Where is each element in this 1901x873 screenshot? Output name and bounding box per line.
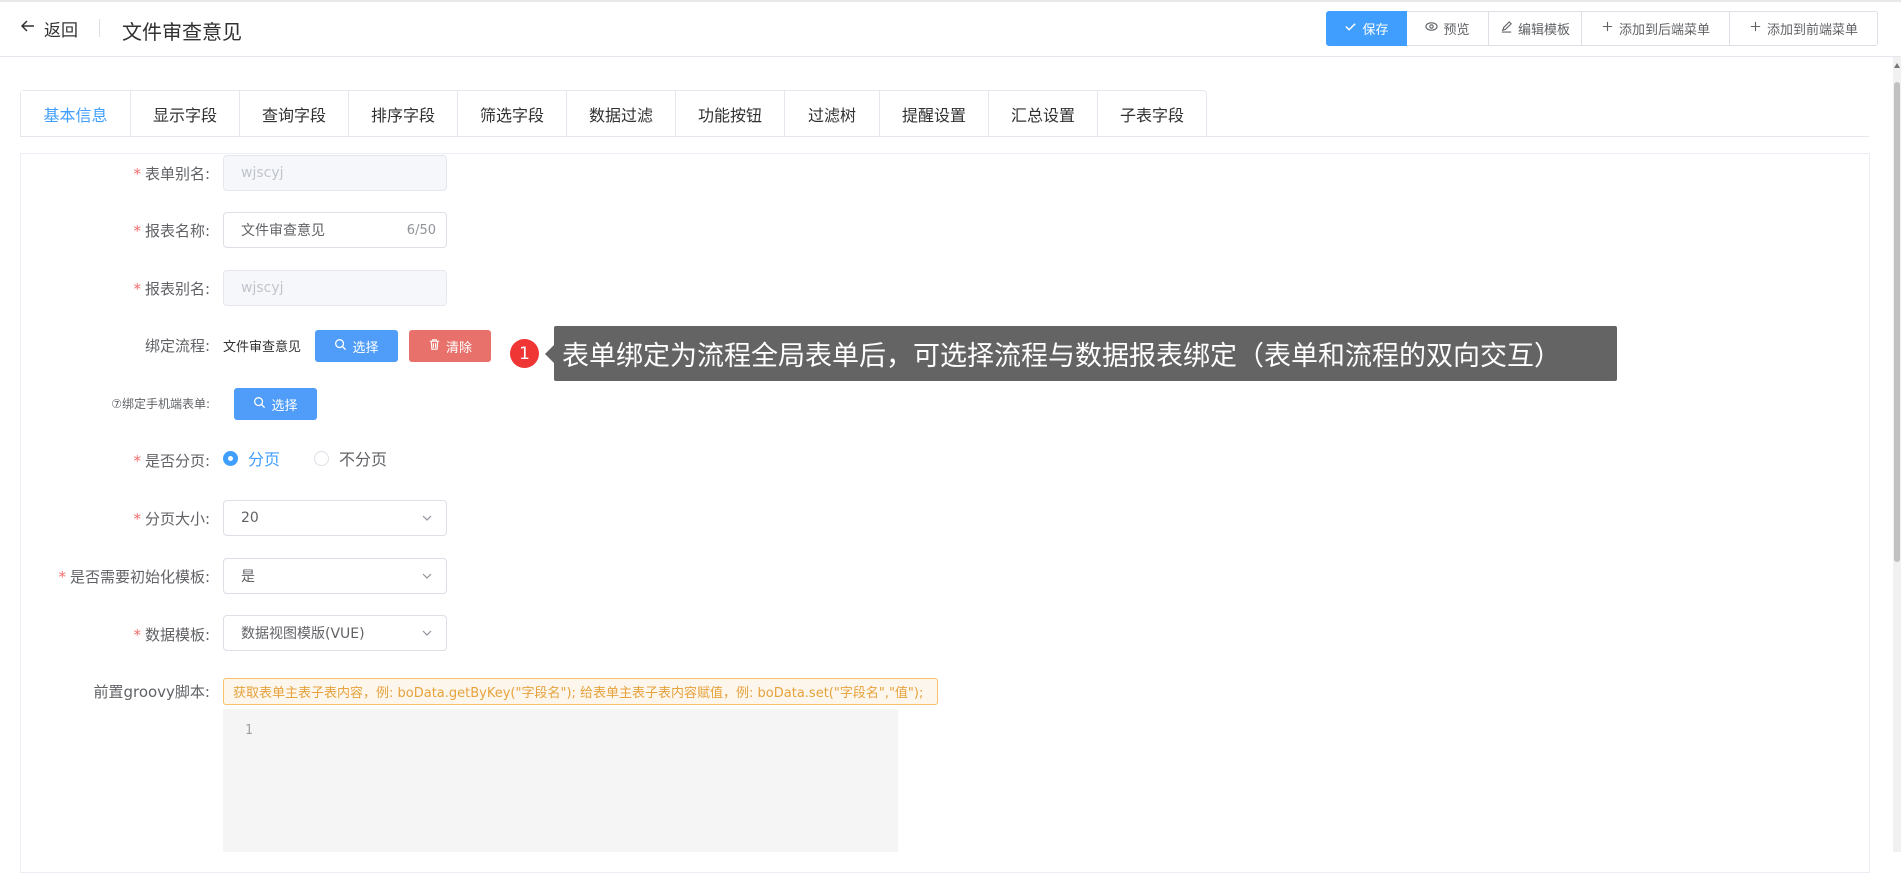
- form-alias-label: * 表单别名:: [133, 165, 210, 183]
- select-flow-button[interactable]: 选择: [315, 330, 398, 362]
- groovy-hint-alert: 获取表单主表子表内容，例: boData.getByKey("字段名"); 给表…: [223, 678, 938, 705]
- tab-filter-fields[interactable]: 筛选字段: [457, 91, 566, 137]
- back-label: 返回: [44, 20, 78, 41]
- tab-filter-tree[interactable]: 过滤树: [784, 91, 879, 137]
- add-frontend-menu-label: 添加到前端菜单: [1766, 23, 1858, 38]
- chevron-down-icon: [422, 573, 432, 579]
- page-size-value: 20: [241, 510, 259, 526]
- page-scrollbar[interactable]: [1893, 57, 1901, 852]
- page-size-label: * 分页大小:: [133, 510, 210, 528]
- plus-icon: [1601, 20, 1614, 37]
- init-template-label: * 是否需要初始化模板:: [58, 568, 210, 586]
- select-mobile-form-label: 选择: [271, 398, 298, 414]
- data-template-label: * 数据模板:: [133, 626, 210, 644]
- report-alias-label: * 报表别名:: [133, 280, 210, 298]
- tab-summary-settings[interactable]: 汇总设置: [988, 91, 1097, 137]
- eye-icon: [1425, 20, 1439, 37]
- plus-icon: [1749, 20, 1762, 37]
- search-icon: [253, 396, 266, 413]
- bound-flow-value: 文件审查意见: [223, 340, 302, 355]
- report-alias-input[interactable]: wjscyj: [223, 270, 447, 306]
- top-bar: 返回 文件审查意见 保存 预览 编辑模板 添加到后端菜单 添加到前端菜单: [0, 0, 1901, 57]
- tab-sort-fields[interactable]: 排序字段: [348, 91, 457, 137]
- add-frontend-menu-button[interactable]: 添加到前端菜单: [1730, 11, 1878, 46]
- add-backend-menu-label: 添加到后端菜单: [1618, 23, 1710, 38]
- form-alias-input[interactable]: wjscyj: [223, 155, 447, 191]
- edit-template-button[interactable]: 编辑模板: [1489, 11, 1582, 46]
- tab-display-fields[interactable]: 显示字段: [130, 91, 239, 137]
- radio-paging-off[interactable]: 不分页: [314, 446, 387, 470]
- groovy-script-label: 前置groovy脚本:: [93, 683, 210, 701]
- report-name-value: 文件审查意见: [241, 223, 325, 239]
- toolbar-button-group: 保存 预览 编辑模板 添加到后端菜单 添加到前端菜单: [1326, 11, 1878, 46]
- chevron-down-icon: [422, 515, 432, 521]
- radio-paging-off-label: 不分页: [339, 450, 388, 469]
- data-template-select[interactable]: 数据视图模版(VUE): [223, 615, 447, 651]
- bind-flow-label: 绑定流程:: [144, 337, 210, 355]
- top-border: [0, 0, 1901, 2]
- preview-button[interactable]: 预览: [1407, 11, 1489, 46]
- report-name-counter: 6/50: [406, 222, 436, 238]
- scroll-up-arrow-icon[interactable]: [1894, 63, 1900, 68]
- back-button[interactable]: 返回: [20, 16, 78, 41]
- chevron-down-icon: [422, 630, 432, 636]
- arrow-left-icon: [20, 18, 36, 39]
- paging-label: * 是否分页:: [133, 452, 210, 470]
- check-icon: [1344, 20, 1357, 37]
- scrollbar-thumb[interactable]: [1894, 82, 1900, 562]
- init-template-value: 是: [241, 569, 255, 585]
- radio-unchecked-icon: [314, 450, 329, 466]
- edit-icon: [1500, 20, 1513, 37]
- init-template-select[interactable]: 是: [223, 558, 447, 594]
- report-name-input[interactable]: 文件审查意见 6/50: [223, 212, 447, 248]
- tab-query-fields[interactable]: 查询字段: [239, 91, 348, 137]
- radio-paging-on-label: 分页: [248, 450, 281, 469]
- callout-tooltip: 表单绑定为流程全局表单后，可选择流程与数据报表绑定（表单和流程的双向交互）: [545, 326, 1617, 381]
- trash-icon: [428, 338, 441, 355]
- bind-mobile-form-label: ⑦绑定手机端表单:: [111, 397, 210, 411]
- save-button[interactable]: 保存: [1326, 11, 1407, 46]
- data-template-value: 数据视图模版(VUE): [241, 626, 365, 642]
- select-mobile-form-button[interactable]: 选择: [234, 388, 317, 420]
- page-title: 文件审查意见: [122, 20, 242, 44]
- page-size-select[interactable]: 20: [223, 500, 447, 536]
- settings-tabs: 基本信息 显示字段 查询字段 排序字段 筛选字段 数据过滤 功能按钮 过滤树 提…: [20, 90, 1207, 137]
- tab-basic-info[interactable]: 基本信息: [21, 91, 130, 137]
- clear-flow-label: 清除: [445, 340, 472, 356]
- tab-function-buttons[interactable]: 功能按钮: [675, 91, 784, 137]
- select-flow-label: 选择: [352, 340, 379, 356]
- radio-paging-on[interactable]: 分页: [223, 446, 280, 470]
- groovy-code-editor[interactable]: 1: [223, 709, 898, 852]
- edit-template-label: 编辑模板: [1518, 23, 1571, 38]
- report-name-label: * 报表名称:: [133, 222, 210, 240]
- save-button-label: 保存: [1362, 23, 1389, 38]
- tab-reminder-settings[interactable]: 提醒设置: [879, 91, 988, 137]
- header-divider: [99, 19, 100, 37]
- callout-number-badge: 1: [510, 339, 539, 368]
- preview-button-label: 预览: [1443, 23, 1470, 38]
- search-icon: [334, 338, 347, 355]
- tab-data-filter[interactable]: 数据过滤: [566, 91, 675, 137]
- tab-subtable-fields[interactable]: 子表字段: [1097, 91, 1206, 137]
- clear-flow-button[interactable]: 清除: [409, 330, 491, 362]
- tabs-divider: [20, 136, 1869, 137]
- radio-checked-icon: [223, 450, 238, 466]
- code-line-number: 1: [245, 723, 253, 738]
- add-backend-menu-button[interactable]: 添加到后端菜单: [1582, 11, 1730, 46]
